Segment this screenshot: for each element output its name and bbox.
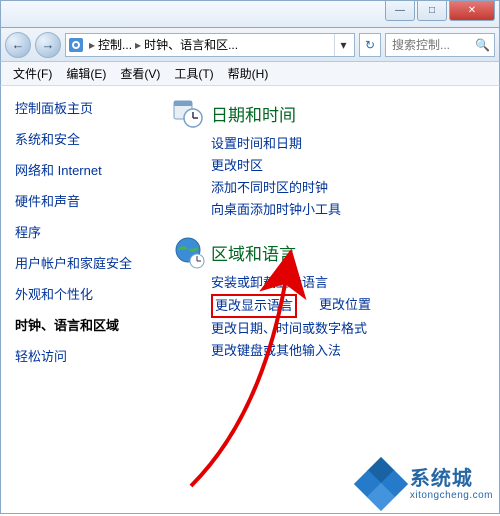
- sidebar-item[interactable]: 程序: [15, 222, 157, 241]
- highlight-box: 更改显示语言: [211, 294, 297, 318]
- sidebar-item-active[interactable]: 时钟、语言和区域: [15, 315, 157, 334]
- sidebar-item[interactable]: 外观和个性化: [15, 284, 157, 303]
- sidebar-item[interactable]: 轻松访问: [15, 346, 157, 365]
- window-titlebar: — □ ✕: [0, 0, 500, 28]
- refresh-button[interactable]: ↻: [359, 33, 381, 57]
- breadcrumb-dropdown-icon[interactable]: ▾: [334, 34, 352, 56]
- section-region-language: 区域和语言 安装或卸载显示语言 更改显示语言 更改位置 更改日期、时间或数字格式…: [171, 235, 495, 362]
- menu-tools[interactable]: 工具(T): [168, 62, 219, 85]
- link-change-datefmt[interactable]: 更改日期、时间或数字格式: [211, 318, 367, 340]
- control-panel-icon: [68, 37, 84, 53]
- section-title[interactable]: 区域和语言: [211, 240, 296, 265]
- breadcrumb-sep-icon: ▸: [132, 38, 144, 52]
- breadcrumb-item[interactable]: 控制...: [98, 36, 132, 53]
- link-change-location[interactable]: 更改位置: [319, 294, 371, 318]
- menu-help[interactable]: 帮助(H): [222, 62, 275, 85]
- globe-icon: [171, 235, 205, 269]
- breadcrumb-item[interactable]: 时钟、语言和区...: [144, 36, 238, 53]
- watermark-subtitle: xitongcheng.com: [410, 490, 493, 501]
- search-input[interactable]: [390, 37, 471, 53]
- address-bar: ← → ▸ 控制... ▸ 时钟、语言和区... ▾ ↻ 🔍: [0, 28, 500, 62]
- link-add-tz-clock[interactable]: 添加不同时区的时钟: [211, 177, 328, 199]
- section-datetime: 日期和时间 设置时间和日期 更改时区 添加不同时区的时钟 向桌面添加时钟小工具: [171, 96, 495, 221]
- sidebar: 控制面板主页 系统和安全 网络和 Internet 硬件和声音 程序 用户帐户和…: [1, 86, 171, 513]
- link-change-display-lang[interactable]: 更改显示语言: [215, 297, 293, 315]
- link-set-datetime[interactable]: 设置时间和日期: [211, 133, 302, 155]
- sidebar-item[interactable]: 用户帐户和家庭安全: [15, 253, 157, 272]
- watermark-logo: 系统城 xitongcheng.com: [358, 461, 493, 507]
- breadcrumb-sep-icon: ▸: [86, 38, 98, 52]
- link-add-desktop-clock[interactable]: 向桌面添加时钟小工具: [211, 199, 341, 221]
- sidebar-item[interactable]: 网络和 Internet: [15, 160, 157, 179]
- link-change-timezone[interactable]: 更改时区: [211, 155, 263, 177]
- minimize-button[interactable]: —: [385, 1, 415, 21]
- breadcrumb[interactable]: ▸ 控制... ▸ 时钟、语言和区... ▾: [65, 33, 355, 57]
- link-install-lang[interactable]: 安装或卸载显示语言: [211, 272, 328, 294]
- menu-view[interactable]: 查看(V): [114, 62, 166, 85]
- search-icon: 🔍: [475, 38, 490, 52]
- link-change-keyboard[interactable]: 更改键盘或其他输入法: [211, 340, 341, 362]
- search-box[interactable]: 🔍: [385, 33, 495, 57]
- forward-button[interactable]: →: [35, 32, 61, 58]
- sidebar-home[interactable]: 控制面板主页: [15, 98, 157, 117]
- sidebar-item[interactable]: 系统和安全: [15, 129, 157, 148]
- clock-icon: [171, 96, 205, 130]
- sidebar-item[interactable]: 硬件和声音: [15, 191, 157, 210]
- body: 控制面板主页 系统和安全 网络和 Internet 硬件和声音 程序 用户帐户和…: [0, 86, 500, 514]
- close-button[interactable]: ✕: [449, 1, 495, 21]
- menu-bar: 文件(F) 编辑(E) 查看(V) 工具(T) 帮助(H): [0, 62, 500, 86]
- menu-file[interactable]: 文件(F): [7, 62, 58, 85]
- maximize-button[interactable]: □: [417, 1, 447, 21]
- content: 日期和时间 设置时间和日期 更改时区 添加不同时区的时钟 向桌面添加时钟小工具: [171, 86, 499, 513]
- watermark-title: 系统城: [410, 468, 493, 490]
- section-title[interactable]: 日期和时间: [211, 101, 296, 126]
- watermark-icon: [358, 461, 404, 507]
- menu-edit[interactable]: 编辑(E): [60, 62, 112, 85]
- back-button[interactable]: ←: [5, 32, 31, 58]
